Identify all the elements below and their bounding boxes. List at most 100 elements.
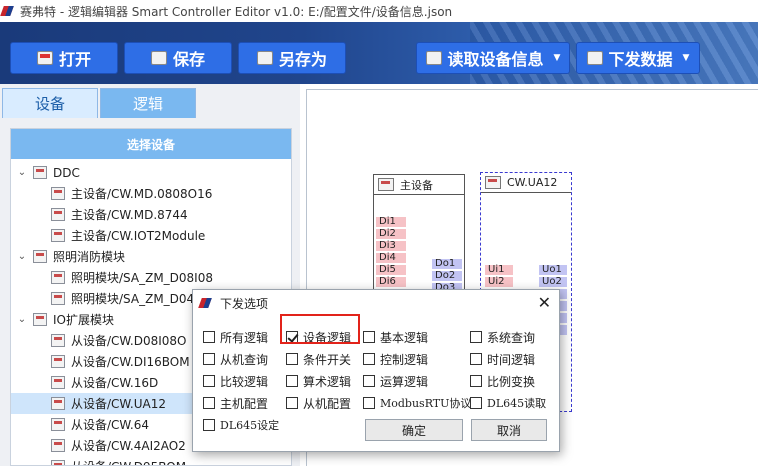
input-port[interactable]: Ui1 xyxy=(485,265,513,275)
slave-device-header: CW.UA12 xyxy=(481,173,571,193)
option-checkbox[interactable]: 所有逻辑 xyxy=(203,328,268,346)
tree-item-label: 从设备/CW.DI16BOM xyxy=(71,355,190,369)
output-port[interactable]: Do2 xyxy=(432,271,462,281)
tree-item[interactable]: 主设备/CW.MD.0808O16 xyxy=(11,183,291,204)
tree-item[interactable]: 从设备/CW.D95BOM xyxy=(11,456,291,465)
tab-device[interactable]: 设备 xyxy=(2,88,98,118)
chevron-down-icon[interactable]: ▼ xyxy=(554,53,561,63)
app-logo-icon xyxy=(200,296,214,310)
chevron-down-icon[interactable]: ▼ xyxy=(683,53,690,63)
download-icon xyxy=(586,51,603,65)
ok-button[interactable]: 确定 xyxy=(365,419,463,441)
save-as-button[interactable]: 另存为 xyxy=(238,42,346,74)
tree-group[interactable]: ⌄ DDC xyxy=(11,162,291,183)
tree-item[interactable]: 主设备/CW.IOT2Module xyxy=(11,225,291,246)
checkbox-icon[interactable] xyxy=(470,375,482,387)
input-port[interactable]: Di3 xyxy=(376,241,406,251)
dialog-title: 下发选项 xyxy=(220,296,269,311)
input-port[interactable]: Di2 xyxy=(376,229,406,239)
toolbar: 打开 保存 另存为 读取设备信息 ▼ 下发数据 ▼ xyxy=(0,22,758,84)
option-label: DL645读取 xyxy=(487,397,547,410)
checkbox-icon[interactable] xyxy=(363,331,375,343)
device-icon xyxy=(33,166,47,179)
checkbox-icon[interactable] xyxy=(470,353,482,365)
input-port[interactable]: Di1 xyxy=(376,217,406,227)
highlight-box xyxy=(280,314,360,344)
option-checkbox[interactable]: 主机配置 xyxy=(203,394,268,412)
checkbox-icon[interactable] xyxy=(286,375,298,387)
option-checkbox[interactable]: 时间逻辑 xyxy=(470,350,535,368)
tree-item-label: IO扩展模块 xyxy=(53,313,114,327)
option-checkbox[interactable]: 运算逻辑 xyxy=(363,372,428,390)
option-checkbox[interactable]: 从机查询 xyxy=(203,350,268,368)
option-checkbox[interactable]: ModbusRTU协议 xyxy=(363,394,471,412)
option-checkbox[interactable]: 基本逻辑 xyxy=(363,328,428,346)
close-icon[interactable]: ✕ xyxy=(538,293,551,312)
option-checkbox[interactable]: DL645读取 xyxy=(470,394,546,412)
option-label: 系统查询 xyxy=(487,330,536,345)
expand-icon[interactable]: ⌄ xyxy=(15,251,29,262)
tree-item-label: 从设备/CW.D95BOM xyxy=(71,458,186,465)
checkbox-icon[interactable] xyxy=(470,397,482,409)
checkbox-icon[interactable] xyxy=(203,397,215,409)
expand-icon[interactable]: ⌄ xyxy=(15,167,29,178)
tree-item-label: 从设备/CW.D08I08O xyxy=(71,334,187,348)
device-icon xyxy=(33,313,47,326)
tab-logic[interactable]: 逻辑 xyxy=(100,88,196,118)
main-device-header: 主设备 xyxy=(374,175,464,195)
open-button[interactable]: 打开 xyxy=(10,42,118,74)
checkbox-icon[interactable] xyxy=(363,375,375,387)
device-icon xyxy=(33,250,47,263)
save-button[interactable]: 保存 xyxy=(124,42,232,74)
read-device-button[interactable]: 读取设备信息 ▼ xyxy=(416,42,570,74)
tree-item-label: 从设备/CW.4AI2AO2 xyxy=(71,439,186,453)
input-port[interactable]: Di6 xyxy=(376,277,406,287)
tree-item-label: 主设备/CW.IOT2Module xyxy=(71,229,206,243)
checkbox-icon[interactable] xyxy=(203,375,215,387)
input-port[interactable]: Di4 xyxy=(376,253,406,263)
tree-item[interactable]: 主设备/CW.MD.8744 xyxy=(11,204,291,225)
main-device-block[interactable]: 主设备 Di1 Di2 Di3 Di4 Di5 Di6 Do1 Do2 Do3 xyxy=(373,174,465,304)
open-label: 打开 xyxy=(58,50,91,69)
option-checkbox[interactable]: 算术逻辑 xyxy=(286,372,351,390)
option-checkbox[interactable]: 控制逻辑 xyxy=(363,350,428,368)
expand-icon[interactable]: ⌄ xyxy=(15,314,29,325)
tree-group[interactable]: ⌄ 照明消防模块 xyxy=(11,246,291,267)
device-icon xyxy=(51,334,65,347)
device-icon xyxy=(51,229,65,242)
input-port[interactable]: Ui2 xyxy=(485,277,513,287)
option-label: DL645设定 xyxy=(220,419,280,432)
download-button[interactable]: 下发数据 ▼ xyxy=(576,42,700,74)
checkbox-icon[interactable] xyxy=(203,353,215,365)
tree-item-label: 从设备/CW.16D xyxy=(71,376,159,390)
checkbox-icon[interactable] xyxy=(363,353,375,365)
read-device-icon xyxy=(425,51,442,65)
checkbox-icon[interactable] xyxy=(286,353,298,365)
option-checkbox[interactable]: DL645设定 xyxy=(203,416,279,434)
option-label: 所有逻辑 xyxy=(220,330,269,345)
cancel-button[interactable]: 取消 xyxy=(471,419,547,441)
input-port[interactable]: Di5 xyxy=(376,265,406,275)
app-logo-icon xyxy=(2,4,16,18)
tree-item-label: 照明模块/SA_ZM_D04 xyxy=(71,292,195,306)
option-checkbox[interactable]: 从机配置 xyxy=(286,394,351,412)
save-label: 保存 xyxy=(172,50,205,69)
device-icon xyxy=(51,376,65,389)
checkbox-icon[interactable] xyxy=(203,419,215,431)
main-device-name: 主设备 xyxy=(400,178,433,192)
option-checkbox[interactable]: 比较逻辑 xyxy=(203,372,268,390)
checkbox-icon[interactable] xyxy=(203,331,215,343)
tree-item[interactable]: 照明模块/SA_ZM_D08I08 xyxy=(11,267,291,288)
checkbox-icon[interactable] xyxy=(286,397,298,409)
output-port[interactable]: Do1 xyxy=(432,259,462,269)
option-checkbox[interactable]: 系统查询 xyxy=(470,328,535,346)
output-port[interactable]: Uo1 xyxy=(539,265,567,275)
output-port[interactable]: Uo2 xyxy=(539,277,567,287)
window-title: 赛弗特 - 逻辑编辑器 Smart Controller Editor v1.0… xyxy=(20,4,453,19)
option-checkbox[interactable]: 比例变换 xyxy=(470,372,535,390)
checkbox-icon[interactable] xyxy=(363,397,375,409)
download-label: 下发数据 xyxy=(608,50,673,69)
option-label: 运算逻辑 xyxy=(380,374,429,389)
checkbox-icon[interactable] xyxy=(470,331,482,343)
option-checkbox[interactable]: 条件开关 xyxy=(286,350,351,368)
